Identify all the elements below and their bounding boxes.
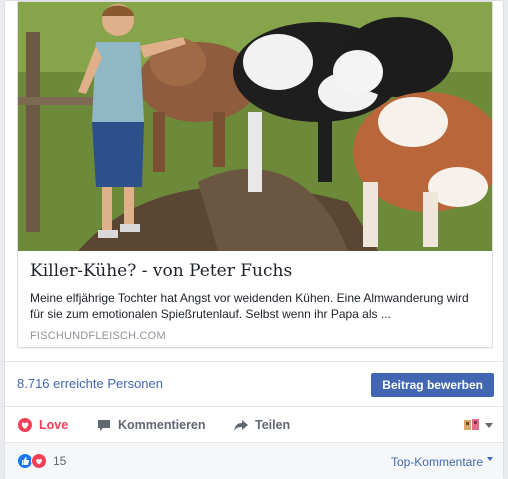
comment-sort-label: Top-Kommentare	[390, 455, 483, 469]
reach-count-link[interactable]: 8.716 erreichte Personen	[17, 376, 163, 391]
link-title[interactable]: Killer-Kühe? - von Peter Fuchs	[30, 260, 486, 282]
link-domain: FISCHUNDFLEISCH.COM	[30, 330, 166, 342]
love-reaction-icon	[31, 453, 47, 469]
page-avatar-icon	[464, 418, 480, 432]
love-label: Love	[39, 418, 69, 432]
heart-icon	[17, 417, 33, 433]
share-button[interactable]: Teilen	[233, 416, 290, 434]
boost-post-button[interactable]: Beitrag bewerben	[371, 373, 494, 397]
comment-sort-dropdown[interactable]: Top-Kommentare	[391, 455, 493, 469]
link-text: Killer-Kühe? - von Peter Fuchs Meine elf…	[30, 260, 486, 342]
link-description: Meine elfjährige Tochter hat Angst vor w…	[30, 291, 469, 321]
preview-image[interactable]	[18, 2, 493, 251]
chevron-down-icon	[485, 422, 493, 428]
comment-button[interactable]: Kommentieren	[96, 416, 206, 434]
post-card: Killer-Kühe? - von Peter Fuchs Meine elf…	[4, 0, 504, 479]
share-arrow-icon	[233, 417, 249, 433]
reaction-summary[interactable]: 15	[17, 453, 66, 469]
comment-icon	[96, 417, 112, 433]
audience-selector[interactable]	[464, 418, 493, 432]
share-label: Teilen	[255, 418, 291, 432]
reaction-count: 15	[53, 454, 67, 468]
love-button[interactable]: Love	[17, 416, 68, 434]
action-bar: Love Kommentieren Teilen	[5, 408, 503, 442]
reactions-bar: 15 Top-Kommentare	[5, 442, 503, 479]
link-preview[interactable]: Killer-Kühe? - von Peter Fuchs Meine elf…	[17, 1, 493, 348]
comment-label: Kommentieren	[118, 418, 206, 432]
boost-bar: 8.716 erreichte Personen Beitrag bewerbe…	[5, 361, 503, 407]
chevron-down-icon	[487, 457, 493, 461]
